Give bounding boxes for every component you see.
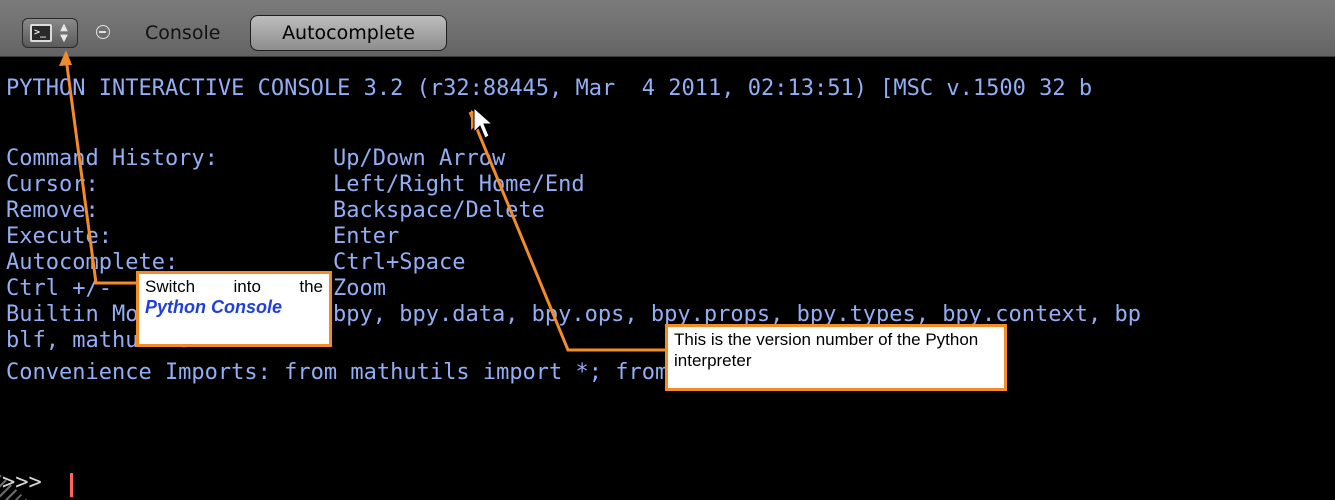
help-value: Left/Right Home/End bbox=[333, 172, 585, 197]
callout-text: the bbox=[299, 277, 323, 296]
console-editor-icon: >_ bbox=[30, 24, 52, 42]
callout-text: Switch bbox=[145, 277, 196, 296]
switch-console-callout: Switch into the Python Console bbox=[136, 271, 332, 347]
editor-type-button[interactable]: >_ ▲ ▼ bbox=[22, 18, 78, 48]
version-callout: This is the version number of the Python… bbox=[665, 324, 1007, 391]
help-value: Enter bbox=[333, 224, 400, 249]
console-banner: PYTHON INTERACTIVE CONSOLE 3.2 (r32:8844… bbox=[6, 76, 1093, 101]
help-key: Remove: bbox=[6, 198, 99, 223]
help-value: Backspace/Delete bbox=[333, 198, 545, 223]
text-cursor bbox=[70, 473, 73, 497]
autocomplete-button[interactable]: Autocomplete bbox=[250, 15, 447, 51]
help-value: Zoom bbox=[333, 276, 386, 301]
help-key: Execute: bbox=[6, 224, 112, 249]
help-value: Ctrl+Space bbox=[333, 250, 466, 275]
collapse-menu-icon[interactable] bbox=[96, 25, 110, 39]
console-header: >_ ▲ ▼ Console Autocomplete bbox=[0, 0, 1335, 57]
menu-console[interactable]: Console bbox=[145, 22, 220, 44]
help-key: Command History: bbox=[6, 146, 218, 171]
callout-text: into bbox=[233, 277, 261, 296]
help-key: Cursor: bbox=[6, 172, 99, 197]
python-console-label: Python Console bbox=[145, 297, 283, 317]
help-key: Ctrl +/- bbox=[6, 276, 112, 301]
help-value: Up/Down Arrow bbox=[333, 146, 506, 171]
up-down-arrows-icon: ▲ ▼ bbox=[60, 22, 68, 44]
